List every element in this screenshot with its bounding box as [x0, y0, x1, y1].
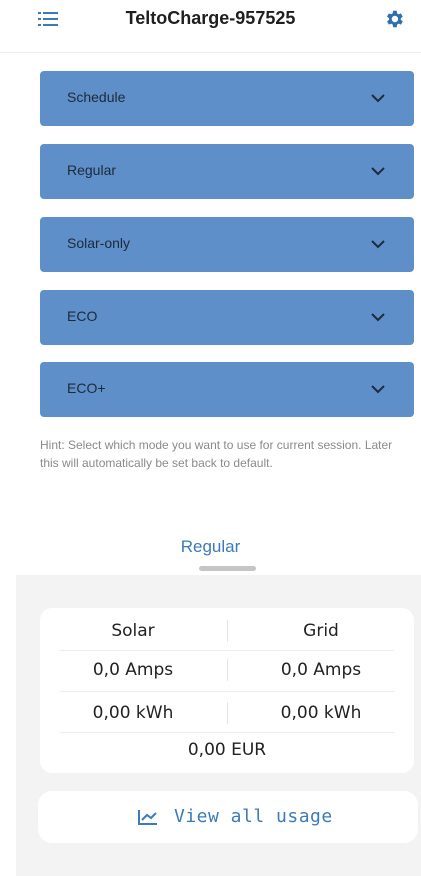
stats-energy-row: 0,00 kWh 0,00 kWh	[40, 694, 414, 732]
solar-energy: 0,00 kWh	[92, 703, 174, 723]
mode-schedule[interactable]: Schedule	[40, 71, 414, 126]
solar-current: 0,0 Amps	[92, 660, 174, 680]
grid-energy: 0,00 kWh	[280, 703, 362, 723]
mode-eco[interactable]: ECO	[40, 290, 414, 345]
chevron-down-icon	[371, 240, 385, 249]
stats-header-row: Solar Grid	[40, 612, 414, 650]
stats-card: Solar Grid 0,0 Amps 0,0 Amps 0,00 kWh 0,…	[40, 608, 414, 773]
grid-current: 0,0 Amps	[280, 660, 362, 680]
page-title: TeltoCharge-957525	[125, 8, 296, 28]
chevron-down-icon	[371, 167, 385, 176]
row-divider	[60, 691, 394, 692]
view-all-usage-label: View all usage	[174, 806, 333, 827]
mode-hint: Hint: Select which mode you want to use …	[40, 438, 393, 470]
chevron-down-icon	[371, 94, 385, 103]
cost-value: 0,00 EUR	[187, 740, 267, 760]
active-mode-tab[interactable]: Regular	[0, 537, 421, 557]
mode-label: ECO	[67, 308, 98, 324]
mode-label: Schedule	[67, 89, 126, 105]
stats-current-row: 0,0 Amps 0,0 Amps	[40, 651, 414, 689]
mode-label: Regular	[67, 162, 117, 178]
mode-label: Solar-only	[67, 235, 131, 251]
chevron-down-icon	[371, 313, 385, 322]
view-all-usage-button[interactable]: View all usage	[38, 791, 418, 843]
grid-header: Grid	[303, 621, 339, 641]
row-divider	[60, 732, 394, 733]
sheet-handle[interactable]	[199, 566, 256, 571]
mode-regular[interactable]: Regular	[40, 144, 414, 199]
mode-solar-only[interactable]: Solar-only	[40, 217, 414, 272]
mode-label: ECO+	[67, 380, 106, 396]
chevron-down-icon	[371, 385, 385, 394]
line-chart-icon	[138, 810, 157, 825]
solar-header: Solar	[111, 621, 155, 641]
app-header: TeltoCharge-957525	[0, 0, 421, 53]
gear-icon[interactable]	[383, 8, 405, 30]
mode-eco-plus[interactable]: ECO+	[40, 362, 414, 417]
